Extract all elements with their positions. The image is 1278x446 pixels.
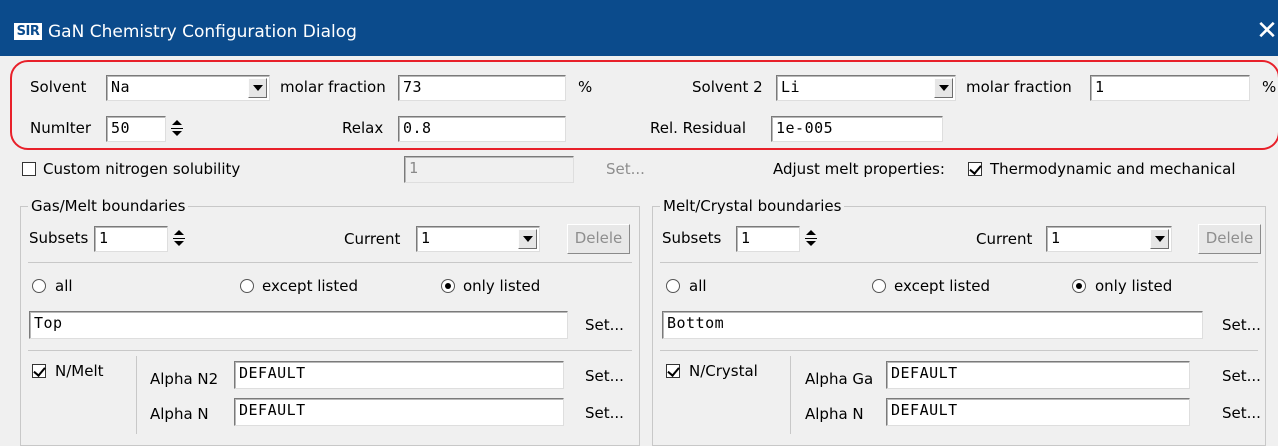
chevron-down-icon[interactable] <box>248 78 267 98</box>
solvent2-value: Li <box>781 78 801 96</box>
adjust-melt-option-label: Thermodynamic and mechanical <box>990 160 1236 178</box>
molar-fraction-label: molar fraction <box>280 78 386 96</box>
spinner-divider <box>173 238 185 239</box>
melt-crystal-list-input[interactable]: Bottom <box>662 311 1203 339</box>
spinner-divider <box>171 128 183 129</box>
gas-melt-list-set-button[interactable]: Set... <box>585 315 624 335</box>
gas-melt-current-value: 1 <box>421 229 431 247</box>
n-melt-label: N/Melt <box>55 362 104 380</box>
gas-melt-current-label: Current <box>344 230 401 248</box>
percent-unit: % <box>578 78 593 96</box>
relax-label: Relax <box>342 119 384 137</box>
gas-melt-radio-except[interactable] <box>240 279 254 293</box>
n-crystal-label: N/Crystal <box>689 362 758 380</box>
gas-melt-subsets-spinner[interactable] <box>170 228 188 250</box>
alpha-n-crystal-label: Alpha N <box>805 405 864 423</box>
relax-input[interactable]: 0.8 <box>398 116 566 142</box>
numiter-label: NumIter <box>30 119 92 137</box>
percent-unit-2: % <box>1262 78 1277 96</box>
melt-crystal-radio-all[interactable] <box>666 279 680 293</box>
gas-melt-radio-except-label: except listed <box>262 277 359 295</box>
window-title: GaN Chemistry Configuration Dialog <box>48 22 357 42</box>
melt-crystal-list-set-button[interactable]: Set... <box>1222 315 1261 335</box>
solvent-label: Solvent <box>30 78 87 96</box>
melt-crystal-radio-only[interactable] <box>1072 279 1086 293</box>
alpha-n2-label: Alpha N2 <box>150 370 219 388</box>
alpha-n-crystal-input[interactable]: DEFAULT <box>886 398 1190 426</box>
adjust-melt-label: Adjust melt properties: <box>773 160 945 178</box>
melt-crystal-radio-only-label: only listed <box>1095 277 1173 295</box>
gas-melt-radio-all[interactable] <box>32 279 46 293</box>
chevron-down-icon[interactable] <box>1150 229 1169 249</box>
highlight-annotation <box>10 60 1278 150</box>
solvent-combo[interactable]: Na <box>106 75 270 101</box>
alpha-n-input[interactable]: DEFAULT <box>234 398 564 426</box>
alpha-ga-set-button[interactable]: Set... <box>1222 366 1261 386</box>
melt-crystal-subsets-label: Subsets <box>662 229 722 247</box>
alpha-n2-input[interactable]: DEFAULT <box>234 361 564 389</box>
custom-nitrogen-set-button[interactable]: Set... <box>606 159 645 179</box>
gas-melt-current-combo[interactable]: 1 <box>416 226 540 252</box>
chevron-down-icon[interactable] <box>518 229 537 249</box>
gas-melt-radio-all-label: all <box>55 277 73 295</box>
alpha-ga-input[interactable]: DEFAULT <box>886 361 1190 389</box>
solvent2-label: Solvent 2 <box>692 78 763 96</box>
solvent2-combo[interactable]: Li <box>776 75 956 101</box>
gas-melt-subsets-label: Subsets <box>29 229 89 247</box>
separator <box>790 356 791 434</box>
numiter-spinner[interactable] <box>168 118 186 140</box>
n-melt-checkbox[interactable] <box>32 364 46 378</box>
gas-melt-delete-button[interactable]: Delele <box>567 224 630 254</box>
melt-crystal-radio-all-label: all <box>689 277 707 295</box>
separator <box>660 350 1258 351</box>
molar-fraction-2-input[interactable]: 1 <box>1090 75 1250 101</box>
molar-fraction-2-label: molar fraction <box>966 78 1072 96</box>
custom-nitrogen-checkbox[interactable] <box>22 162 36 176</box>
close-icon[interactable]: ✕ <box>1252 14 1278 48</box>
melt-crystal-radio-except-label: except listed <box>894 277 991 295</box>
molar-fraction-input[interactable]: 73 <box>398 75 566 101</box>
custom-nitrogen-input[interactable]: 1 <box>404 156 574 183</box>
alpha-n-set-button[interactable]: Set... <box>585 403 624 423</box>
gas-melt-subsets-input[interactable]: 1 <box>94 226 168 252</box>
alpha-n-label: Alpha N <box>150 405 209 423</box>
gas-melt-radio-only[interactable] <box>441 279 455 293</box>
alpha-n2-set-button[interactable]: Set... <box>585 366 624 386</box>
rel-residual-label: Rel. Residual <box>650 119 747 137</box>
custom-nitrogen-label: Custom nitrogen solubility <box>43 160 241 178</box>
melt-crystal-current-label: Current <box>976 230 1033 248</box>
app-logo-icon: SIR <box>14 23 42 40</box>
separator <box>28 262 632 263</box>
melt-crystal-title: Melt/Crystal boundaries <box>660 197 845 215</box>
adjust-melt-checkbox[interactable] <box>968 162 982 176</box>
melt-crystal-delete-button[interactable]: Delele <box>1198 224 1261 254</box>
n-crystal-checkbox[interactable] <box>666 364 680 378</box>
melt-crystal-radio-except[interactable] <box>872 279 886 293</box>
solvent-value: Na <box>111 78 131 96</box>
rel-residual-input[interactable]: 1e-005 <box>771 116 943 142</box>
spinner-divider <box>805 238 817 239</box>
alpha-n-crystal-set-button[interactable]: Set... <box>1222 403 1261 423</box>
gas-melt-title: Gas/Melt boundaries <box>28 197 189 215</box>
separator <box>136 356 137 434</box>
melt-crystal-subsets-spinner[interactable] <box>802 228 820 250</box>
numiter-input[interactable]: 50 <box>106 116 166 142</box>
melt-crystal-subsets-input[interactable]: 1 <box>736 226 800 252</box>
chevron-down-icon[interactable] <box>934 78 953 98</box>
gas-melt-list-input[interactable]: Top <box>29 311 568 339</box>
gas-melt-radio-only-label: only listed <box>463 277 541 295</box>
separator <box>28 350 632 351</box>
separator <box>660 262 1258 263</box>
alpha-ga-label: Alpha Ga <box>805 370 874 388</box>
melt-crystal-current-value: 1 <box>1051 229 1061 247</box>
melt-crystal-current-combo[interactable]: 1 <box>1046 226 1172 252</box>
